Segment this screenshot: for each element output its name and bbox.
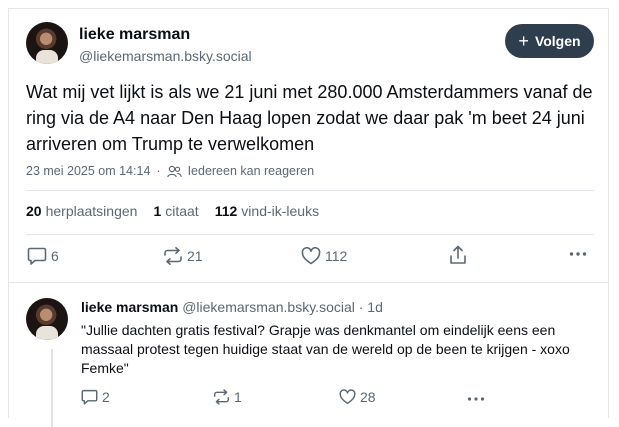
author-handle[interactable]: @liekemarsman.bsky.social [79, 48, 252, 64]
reply-count: 6 [51, 248, 59, 264]
repost-icon [213, 389, 230, 405]
reply-age[interactable]: · 1d [359, 299, 383, 315]
reply-repost-count: 1 [234, 389, 242, 405]
reply-avatar[interactable] [26, 298, 68, 340]
divider [9, 282, 608, 283]
thread-line [51, 349, 53, 427]
more-icon [569, 252, 587, 256]
reply-icon [81, 389, 98, 405]
reply-button[interactable]: 6 [27, 247, 59, 265]
reply-like-button[interactable]: 28 [339, 389, 376, 405]
reply-more-options-button[interactable] [467, 396, 485, 402]
repost-count: 21 [187, 248, 203, 264]
people-icon [166, 165, 182, 177]
reply-repost-button[interactable]: 1 [213, 389, 242, 405]
like-count: 112 [325, 248, 348, 264]
reply-author-handle[interactable]: @liekemarsman.bsky.social [182, 299, 355, 315]
share-button[interactable] [449, 245, 467, 265]
post-text: Wat mij vet lijkt is als we 21 juni met … [26, 82, 593, 154]
reply-setting[interactable]: Iedereen kan reageren [188, 164, 314, 178]
share-icon [450, 245, 466, 264]
divider [26, 234, 594, 235]
more-icon [467, 397, 485, 401]
repost-button[interactable]: 21 [163, 247, 203, 265]
follow-button[interactable]: + Volgen [505, 24, 594, 58]
reply-author-name[interactable]: lieke marsman [81, 299, 178, 315]
more-options-button[interactable] [569, 251, 587, 257]
reply-like-count: 28 [360, 389, 376, 405]
timestamp[interactable]: 23 mei 2025 om 14:14 [26, 164, 150, 178]
reply-header: lieke marsman @liekemarsman.bsky.social … [81, 299, 383, 315]
like-button[interactable]: 112 [301, 247, 347, 265]
post-card: lieke marsman @liekemarsman.bsky.social … [8, 8, 609, 427]
quotes-stat[interactable]: 1 citaat [153, 203, 198, 219]
avatar[interactable] [26, 22, 68, 64]
author-name[interactable]: lieke marsman [79, 26, 190, 44]
reply-reply-count: 2 [102, 389, 110, 405]
reply-text: "Jullie dachten gratis festival? Grapje … [81, 322, 570, 376]
plus-icon: + [518, 31, 529, 51]
post-stats: 20 herplaatsingen 1 citaat 112 vind-ik-leuk… [26, 203, 319, 219]
reply-icon [27, 247, 47, 265]
follow-label: Volgen [534, 33, 581, 49]
separator-dot: · [156, 164, 161, 178]
reposts-stat[interactable]: 20 herplaatsingen [26, 203, 137, 219]
repost-icon [164, 247, 182, 265]
post-meta: 23 mei 2025 om 14:14 · Iedereen kan reag… [26, 164, 314, 178]
reply-reply-button[interactable]: 2 [81, 389, 110, 405]
heart-icon [301, 247, 321, 265]
heart-icon [339, 389, 356, 405]
divider [26, 190, 594, 191]
likes-stat[interactable]: 112 vind-ik-leuks [215, 203, 319, 219]
